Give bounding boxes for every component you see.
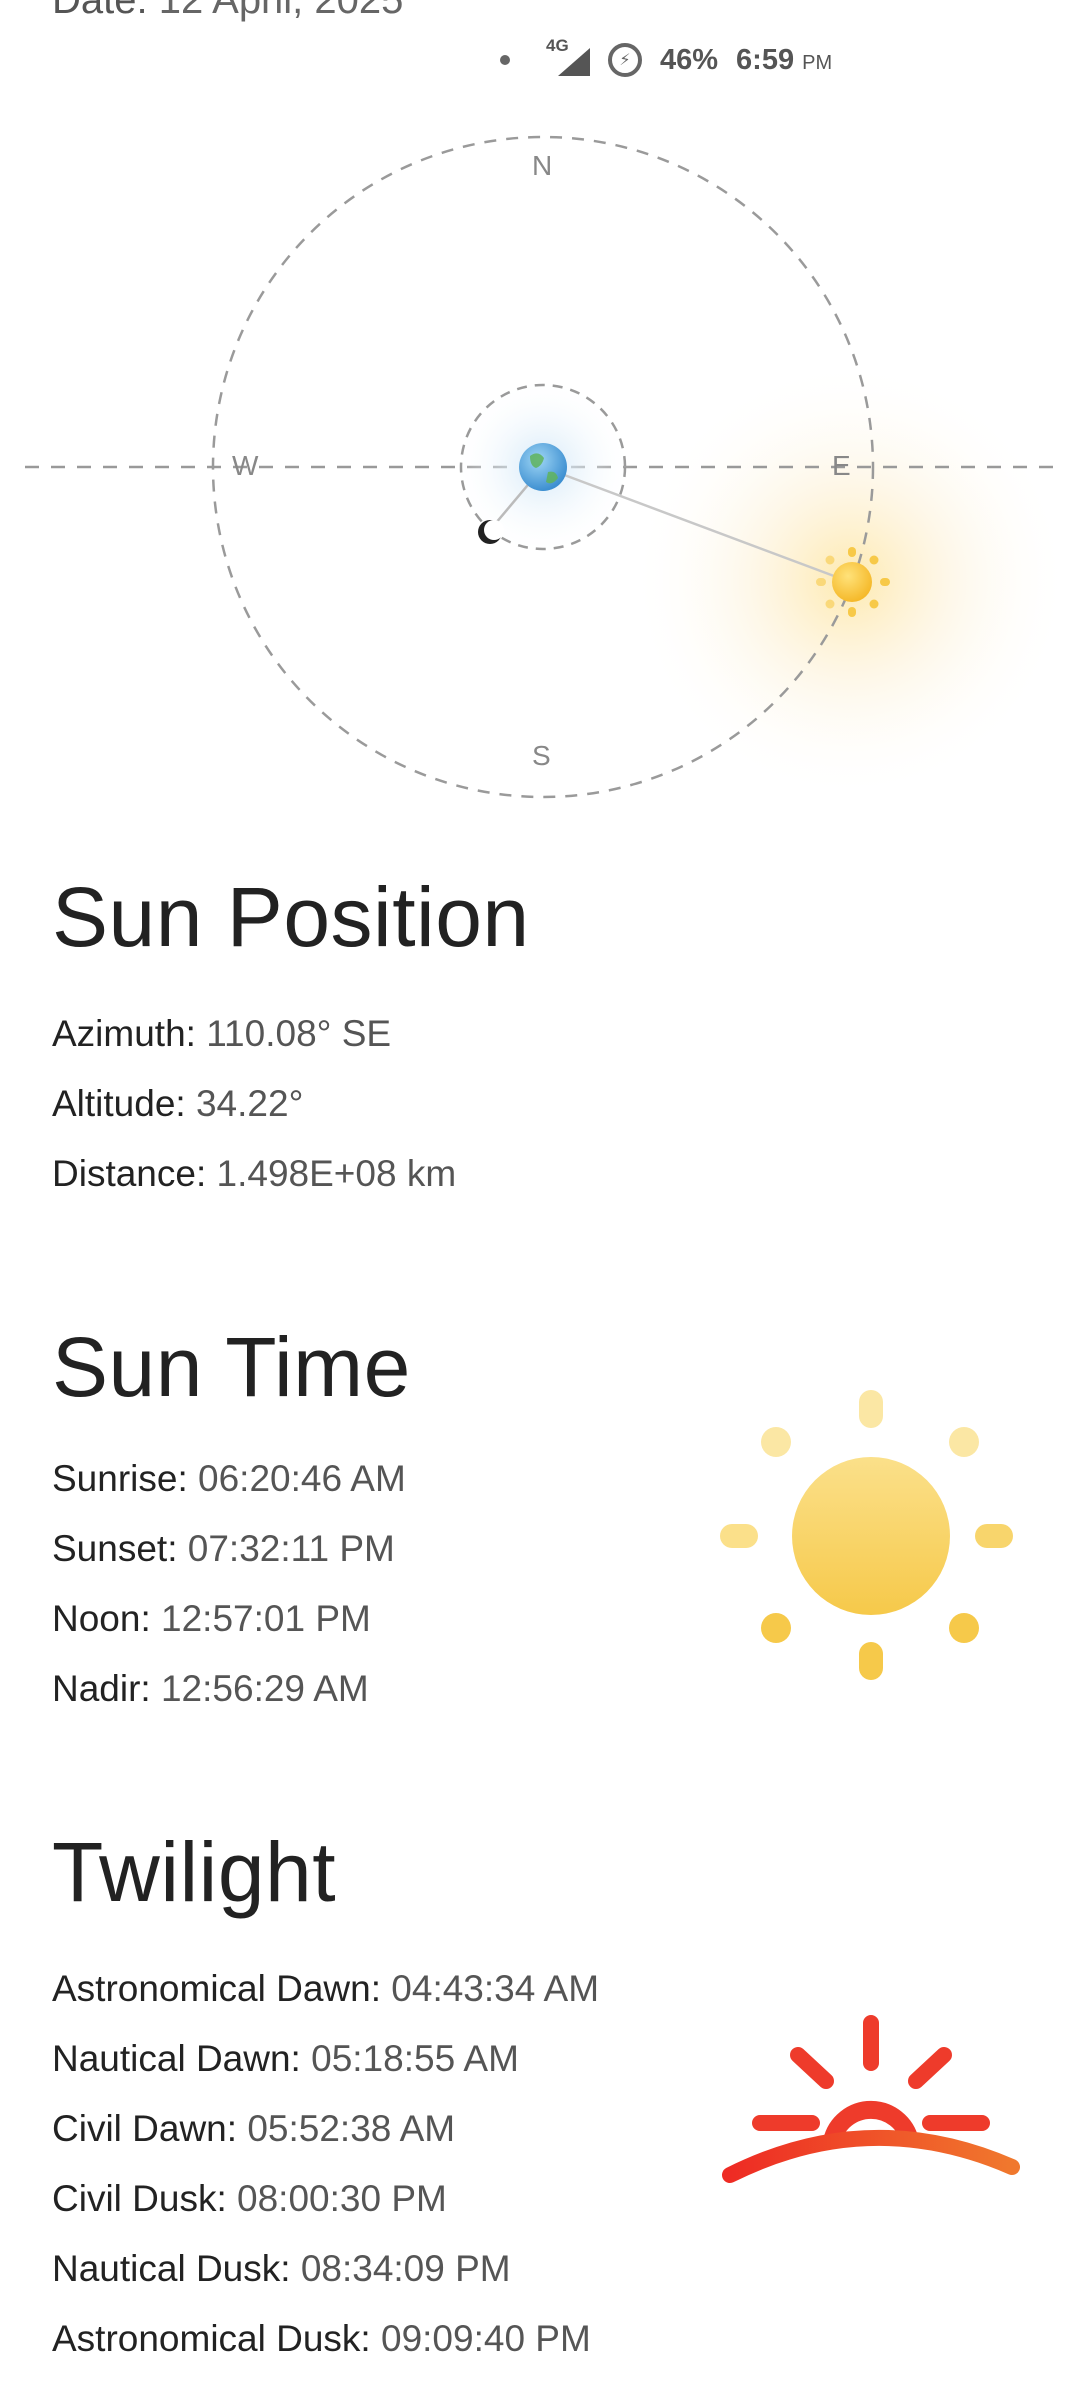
clock: 6:59 PM <box>736 44 832 77</box>
battery-charging-icon: ⚡ <box>608 43 642 77</box>
compass-east-label: E <box>832 450 851 481</box>
status-bar: 4G ⚡ 46% 6:59 PM <box>500 36 832 84</box>
sunset-label: Sunset: <box>52 1528 178 1569</box>
nautical-dusk-row: Nautical Dusk: 08:34:09 PM <box>52 2234 1032 2304</box>
civil-dawn-label: Civil Dawn: <box>52 2108 238 2149</box>
sun-icon <box>720 1390 1020 1690</box>
nautical-dawn-value: 05:18:55 AM <box>311 2038 519 2079</box>
altitude-row: Altitude: 34.22° <box>52 1069 1032 1139</box>
astronomical-dawn-row: Astronomical Dawn: 04:43:34 AM <box>52 1954 1032 2024</box>
nadir-value: 12:56:29 AM <box>160 1668 369 1709</box>
azimuth-row: Azimuth: 110.08° SE <box>52 999 1032 1069</box>
sun-position-title: Sun Position <box>52 870 530 964</box>
nautical-dusk-label: Nautical Dusk: <box>52 2248 291 2289</box>
civil-dusk-value: 08:00:30 PM <box>237 2178 447 2219</box>
clock-ampm: PM <box>802 51 833 74</box>
astronomical-dusk-row: Astronomical Dusk: 09:09:40 PM <box>52 2304 1032 2374</box>
compass-north-label: N <box>532 150 553 181</box>
noon-label: Noon: <box>52 1598 151 1639</box>
azimuth-value: 110.08° SE <box>206 1013 392 1054</box>
sun-details-screen: Date: 12 April, 2025 4G ⚡ 46% 6:59 PM N … <box>0 0 1080 2400</box>
astronomical-dawn-label: Astronomical Dawn: <box>52 1968 382 2009</box>
astronomical-dusk-value: 09:09:40 PM <box>381 2318 591 2359</box>
date-label: Date: <box>52 0 148 22</box>
clock-time: 6:59 <box>736 43 795 76</box>
compass-graphic <box>25 135 1070 800</box>
date-value: 12 April, 2025 <box>158 0 404 22</box>
astronomical-dusk-label: Astronomical Dusk: <box>52 2318 371 2359</box>
distance-value: 1.498E+08 km <box>216 1153 457 1194</box>
cell-signal-icon: 4G <box>546 36 590 80</box>
sun-position-list: Azimuth: 110.08° SE Altitude: 34.22° Dis… <box>52 999 1032 1209</box>
notification-dot-icon <box>500 55 510 65</box>
sun-position-section: Sun Position Azimuth: 110.08° SE Altitud… <box>52 875 1032 1209</box>
distance-row: Distance: 1.498E+08 km <box>52 1139 1032 1209</box>
nautical-dusk-value: 08:34:09 PM <box>300 2248 511 2289</box>
altitude-value: 34.22° <box>195 1083 304 1124</box>
compass-south-label: S <box>532 740 551 771</box>
distance-label: Distance: <box>52 1153 207 1194</box>
sunrise-label: Sunrise: <box>52 1458 188 1499</box>
compass-west-label: W <box>232 450 259 481</box>
nadir-label: Nadir: <box>52 1668 151 1709</box>
sunset-value: 07:32:11 PM <box>187 1528 395 1569</box>
noon-value: 12:57:01 PM <box>161 1598 371 1639</box>
sunrise-icon <box>720 2015 1020 2215</box>
civil-dawn-value: 05:52:38 AM <box>247 2108 456 2149</box>
azimuth-label: Azimuth: <box>52 1013 196 1054</box>
date-line: Date: 12 April, 2025 <box>52 0 403 23</box>
altitude-label: Altitude: <box>52 1083 186 1124</box>
twilight-title: Twilight <box>52 1825 337 1919</box>
sun-compass[interactable]: N S W E <box>0 100 1080 820</box>
astronomical-dawn-value: 04:43:34 AM <box>391 1968 600 2009</box>
civil-dusk-label: Civil Dusk: <box>52 2178 227 2219</box>
nautical-dawn-label: Nautical Dawn: <box>52 2038 301 2079</box>
earth-icon <box>519 443 567 491</box>
battery-percent: 46% <box>660 43 719 76</box>
sunrise-value: 06:20:46 AM <box>198 1458 406 1499</box>
